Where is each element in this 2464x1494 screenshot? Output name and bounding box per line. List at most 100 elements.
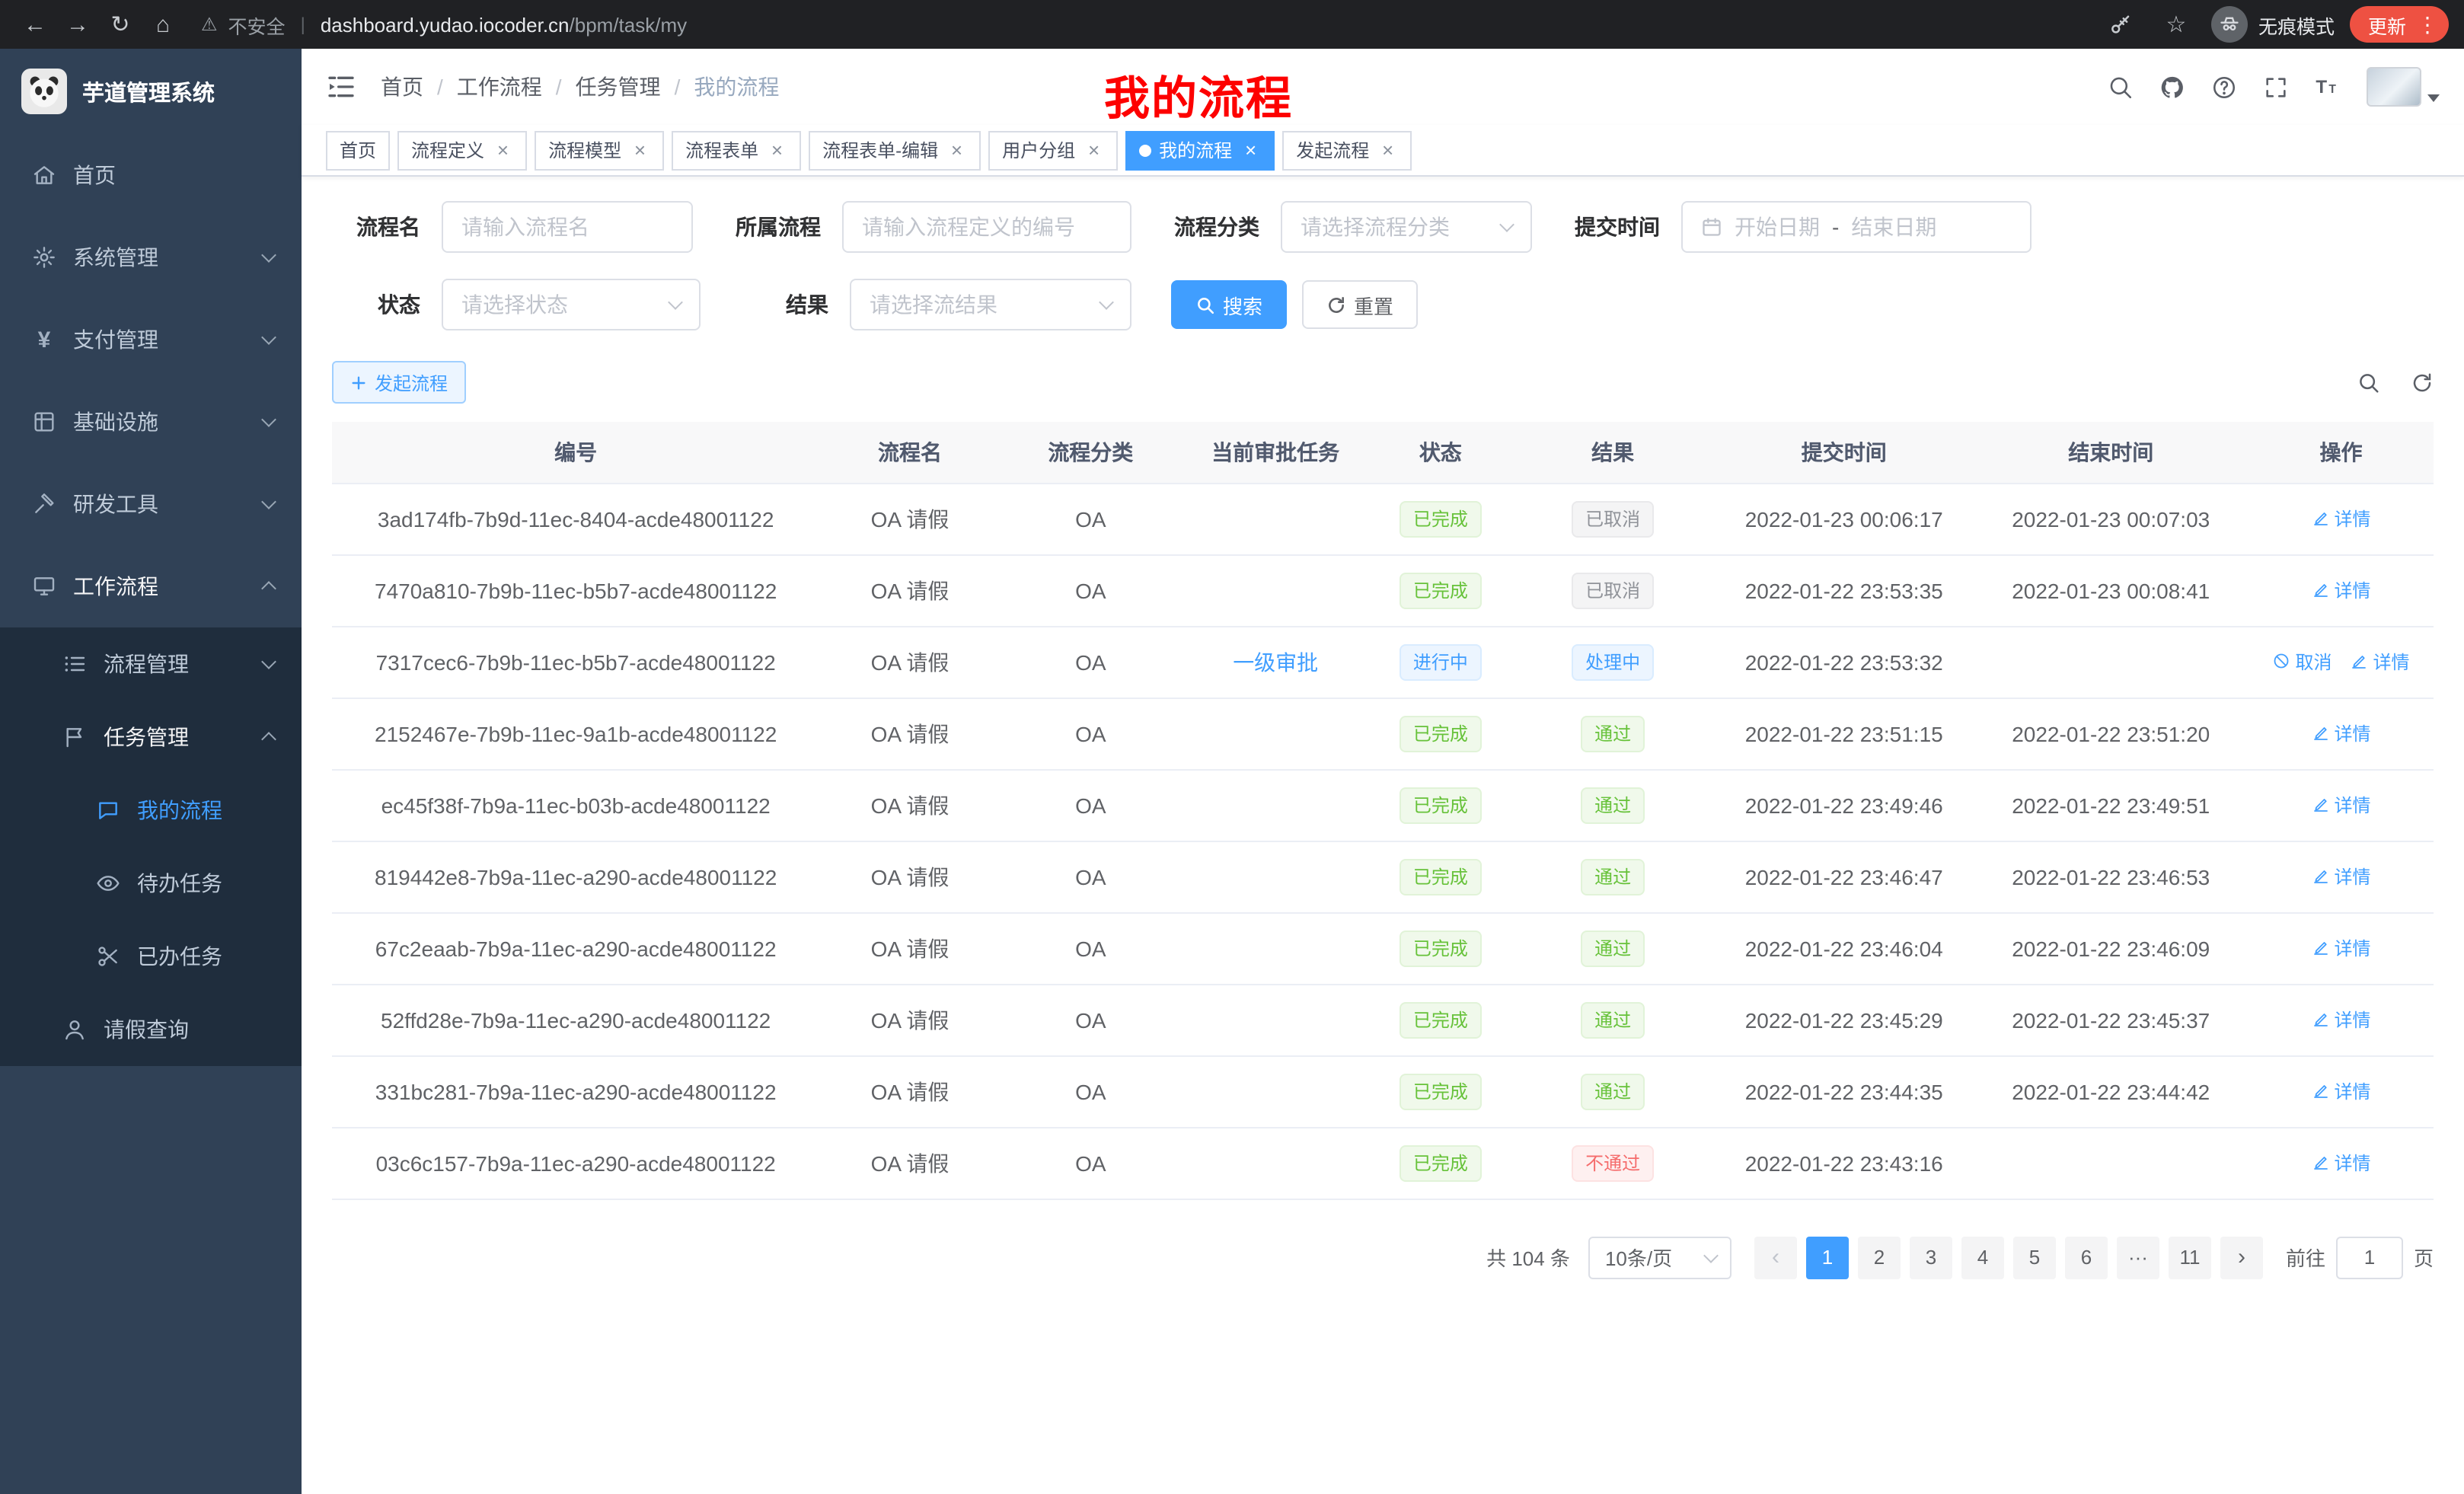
github-icon[interactable]: [2159, 74, 2185, 100]
prev-page-button[interactable]: ‹: [1754, 1236, 1797, 1279]
detail-button[interactable]: 详情: [2311, 577, 2370, 603]
tab-process-model[interactable]: 流程模型×: [535, 130, 664, 170]
tab-label: 流程表单: [685, 137, 758, 163]
column-header: 当前审批任务: [1181, 422, 1370, 483]
user-avatar[interactable]: [2367, 67, 2440, 107]
page-button-6[interactable]: 6: [2065, 1236, 2108, 1279]
cancel-button[interactable]: 取消: [2272, 649, 2332, 675]
tab-label: 首页: [340, 137, 376, 163]
sidebar-item-infra[interactable]: 基础设施: [0, 381, 302, 463]
browser-menu-icon[interactable]: ⋮: [2415, 11, 2440, 37]
status-select[interactable]: 请选择状态: [442, 279, 701, 330]
detail-button[interactable]: 详情: [2311, 1007, 2370, 1033]
tab-process-form[interactable]: 流程表单 ×: [672, 130, 801, 170]
close-icon[interactable]: ×: [1240, 139, 1261, 161]
page-button-3[interactable]: 3: [1910, 1236, 1952, 1279]
tab-user-group[interactable]: 用户分组×: [988, 130, 1118, 170]
close-icon[interactable]: ×: [492, 139, 513, 161]
reload-icon[interactable]: ↻: [101, 5, 140, 44]
sidebar-item-my-process[interactable]: 我的流程: [0, 774, 302, 847]
goto-page-input[interactable]: [2336, 1236, 2403, 1279]
sidebar-item-leave-query[interactable]: 请假查询: [0, 993, 302, 1066]
breadcrumb-item[interactable]: 首页: [381, 72, 423, 102]
sidebar-item-task-mgmt[interactable]: 任务管理: [0, 701, 302, 774]
close-icon[interactable]: ×: [946, 139, 967, 161]
detail-button[interactable]: 详情: [2311, 1078, 2370, 1104]
search-button[interactable]: 搜索: [1171, 280, 1287, 329]
back-icon[interactable]: ←: [15, 5, 55, 44]
star-icon[interactable]: ☆: [2156, 5, 2196, 44]
page-button-5[interactable]: 5: [2013, 1236, 2056, 1279]
search-icon[interactable]: [2108, 74, 2134, 100]
sidebar-item-system[interactable]: 系统管理: [0, 216, 302, 298]
sidebar-toggle-icon[interactable]: [326, 72, 356, 102]
sidebar-item-process-mgmt[interactable]: 流程管理: [0, 627, 302, 701]
sidebar-item-done-task[interactable]: 已办任务: [0, 920, 302, 993]
result-select[interactable]: 请选择流结果: [850, 279, 1131, 330]
logo[interactable]: 芋道管理系统: [0, 49, 302, 134]
status-tag: 已完成: [1400, 930, 1482, 966]
close-icon[interactable]: ×: [1377, 139, 1398, 161]
detail-button[interactable]: 详情: [2311, 935, 2370, 961]
process-table: 编号流程名流程分类当前审批任务状态结果提交时间结束时间操作 3ad174fb-7…: [332, 422, 2434, 1199]
incognito-badge: 无痕模式: [2211, 6, 2335, 43]
chevron-up-icon: [261, 581, 276, 596]
tab-process-definition[interactable]: 流程定义×: [397, 130, 527, 170]
forward-icon[interactable]: →: [58, 5, 97, 44]
pager-more-button[interactable]: ···: [2117, 1236, 2159, 1279]
submit-time-range-picker[interactable]: 开始日期 - 结束日期: [1681, 201, 2032, 253]
next-page-button[interactable]: ›: [2220, 1236, 2263, 1279]
result-tag: 通过: [1581, 1001, 1645, 1038]
process-def-input[interactable]: [842, 201, 1131, 253]
page-button-1[interactable]: 1: [1806, 1236, 1849, 1279]
breadcrumb-item[interactable]: 工作流程: [457, 72, 542, 102]
result-tag: 通过: [1581, 715, 1645, 752]
detail-button[interactable]: 详情: [2311, 506, 2370, 532]
page-button-2[interactable]: 2: [1858, 1236, 1901, 1279]
font-size-icon[interactable]: TT: [2315, 74, 2341, 100]
sidebar-item-devtool[interactable]: 研发工具: [0, 463, 302, 545]
update-button[interactable]: 更新 ⋮: [2350, 6, 2449, 43]
cell-name: OA 请假: [819, 1055, 1000, 1127]
close-icon[interactable]: ×: [629, 139, 650, 161]
search-toggle-icon[interactable]: [2357, 371, 2380, 394]
breadcrumb-item[interactable]: 任务管理: [576, 72, 661, 102]
current-task-link[interactable]: 一级审批: [1233, 650, 1318, 674]
close-icon[interactable]: ×: [766, 139, 787, 161]
process-name-input[interactable]: [442, 201, 693, 253]
chevron-down-icon: [261, 654, 276, 669]
reset-button[interactable]: 重置: [1302, 280, 1418, 329]
close-icon[interactable]: ×: [1083, 139, 1104, 161]
sidebar-item-todo-task[interactable]: 待办任务: [0, 847, 302, 920]
svg-text:T: T: [2328, 82, 2336, 95]
result-tag: 处理中: [1572, 643, 1654, 680]
sidebar-item-payment[interactable]: ¥支付管理: [0, 298, 302, 381]
page-size-select[interactable]: 10条/页: [1588, 1236, 1732, 1279]
address-bar[interactable]: ⚠ 不安全 | dashboard.yudao.iocoder.cn/bpm/t…: [201, 10, 2102, 39]
tab-process-form-edit[interactable]: 流程表单-编辑×: [809, 130, 981, 170]
detail-button[interactable]: 详情: [2311, 864, 2370, 889]
category-select[interactable]: 请选择流程分类: [1281, 201, 1532, 253]
page-button-4[interactable]: 4: [1961, 1236, 2004, 1279]
tab-home[interactable]: 首页: [326, 130, 390, 170]
detail-button[interactable]: 详情: [2311, 792, 2370, 818]
cell-end-time: 2022-01-22 23:46:09: [1973, 912, 2249, 984]
home-icon[interactable]: ⌂: [143, 5, 183, 44]
sidebar-item-workflow[interactable]: 工作流程: [0, 545, 302, 627]
cell-name: OA 请假: [819, 1127, 1000, 1199]
page-button-11[interactable]: 11: [2169, 1236, 2211, 1279]
create-process-button[interactable]: 发起流程: [332, 361, 466, 404]
question-icon[interactable]: [2211, 74, 2237, 100]
table-body: 3ad174fb-7b9d-11ec-8404-acde48001122OA 请…: [332, 483, 2434, 1199]
cell-end-time: 2022-01-23 00:07:03: [1973, 483, 2249, 554]
tab-my-process[interactable]: 我的流程×: [1125, 130, 1275, 170]
key-icon[interactable]: [2102, 5, 2141, 44]
detail-button[interactable]: 详情: [2311, 1150, 2370, 1176]
detail-button[interactable]: 详情: [2311, 720, 2370, 746]
tab-create-process[interactable]: 发起流程×: [1282, 130, 1412, 170]
refresh-table-icon[interactable]: [2411, 371, 2434, 394]
cell-status: 已完成: [1370, 1127, 1511, 1199]
fullscreen-icon[interactable]: [2263, 74, 2289, 100]
sidebar-item-home[interactable]: 首页: [0, 134, 302, 216]
detail-button[interactable]: 详情: [2351, 649, 2410, 675]
